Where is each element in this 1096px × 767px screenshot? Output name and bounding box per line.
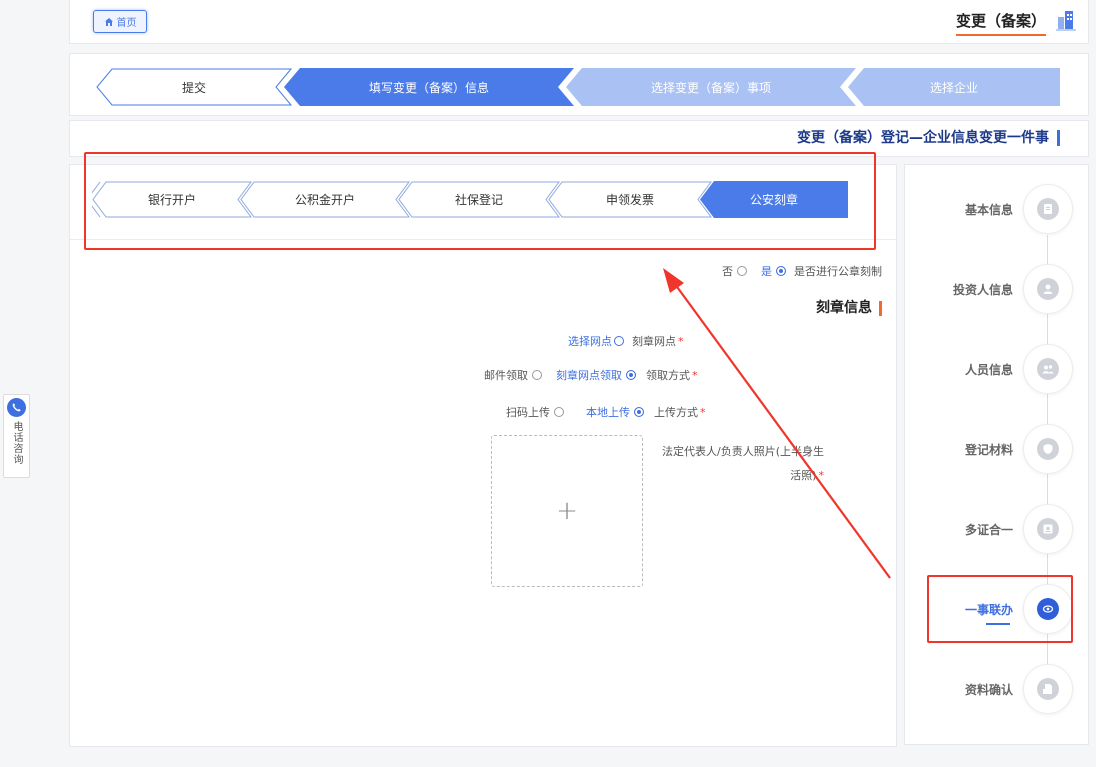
sub-step-label: 社保登记	[454, 193, 503, 207]
main-step-label: 填写变更（备案）信息	[368, 80, 489, 95]
nav-circle	[1023, 664, 1073, 714]
outlet-label: 刻章网点	[632, 335, 676, 348]
outlet-row: 选择网点 刻章网点 *	[568, 333, 684, 349]
sub-step-label: 银行开户	[147, 193, 196, 207]
top-header: 首页 变更（备案）	[69, 0, 1089, 44]
nav-circle	[1023, 344, 1073, 394]
nav-item-label: 投资人信息	[952, 283, 1013, 297]
main-panel: 银行开户 公积金开户 社保登记 申领发票 公安刻章 否 是 是否进行公章刻制 刻…	[69, 164, 897, 747]
document-icon	[1044, 204, 1052, 214]
nav-circle	[1023, 184, 1073, 234]
nav-circle	[1023, 504, 1073, 554]
people-icon	[1042, 365, 1054, 374]
nav-circle	[1023, 424, 1073, 474]
nav-item-basic-info[interactable]: 基本信息	[905, 183, 1090, 235]
pickup-outlet-radio[interactable]	[626, 370, 636, 380]
required-mark: *	[692, 368, 698, 382]
upload-method-label: 上传方式	[654, 406, 698, 419]
main-step-select-items[interactable]: 选择变更（备案）事项	[566, 68, 856, 106]
main-step-label: 选择企业	[929, 80, 978, 95]
phone-consult-label: 电话咨询	[11, 421, 22, 465]
sub-step-label: 公积金开户	[294, 193, 355, 207]
main-step-label: 提交	[181, 80, 206, 95]
investor-icon	[1043, 284, 1053, 294]
main-step-submit[interactable]: 提交	[96, 68, 292, 106]
photo-label-text: 法定代表人/负责人照片(上半身生活照)	[662, 445, 824, 482]
photo-upload-box[interactable]: +	[491, 435, 643, 587]
select-outlet-icon[interactable]	[614, 336, 624, 346]
side-nav: 基本信息 投资人信息 人员信息 登记材料 多证合一 一事联办 资料确认	[904, 164, 1089, 745]
upload-local-radio[interactable]	[634, 407, 644, 417]
pickup-opt2-label: 邮件领取	[484, 369, 528, 382]
nav-item-label: 登记材料	[964, 443, 1013, 457]
upload-opt1-label: 本地上传	[586, 406, 630, 419]
nav-circle	[1023, 264, 1073, 314]
nav-item-registration-materials[interactable]: 登记材料	[905, 423, 1090, 475]
home-button[interactable]: 首页	[93, 10, 147, 33]
pickup-row: 邮件领取 刻章网点领取 领取方式 *	[484, 367, 698, 383]
sub-step-label: 公安刻章	[749, 193, 798, 207]
process-subtitle: 变更（备案）登记—企业信息变更一件事	[797, 130, 1060, 146]
no-option-label: 否	[722, 265, 733, 278]
building-logo-icon	[1056, 11, 1076, 31]
section-title: 刻章信息	[816, 301, 882, 316]
seal-question-label: 是否进行公章刻制	[794, 265, 882, 278]
upload-opt2-label: 扫码上传	[506, 406, 550, 419]
certificate-icon	[1043, 524, 1053, 534]
nav-item-investor-info[interactable]: 投资人信息	[905, 263, 1090, 315]
pickup-opt1-label: 刻章网点领取	[556, 369, 622, 382]
phone-consult-widget[interactable]: 电话咨询	[3, 394, 30, 478]
plus-icon: +	[556, 496, 578, 526]
shield-icon	[1043, 444, 1053, 454]
home-icon	[104, 17, 113, 26]
nav-item-personnel-info[interactable]: 人员信息	[905, 343, 1090, 395]
upload-method-row: 扫码上传 本地上传 上传方式 *	[506, 404, 706, 420]
main-step-select-company[interactable]: 选择企业	[848, 68, 1060, 106]
no-radio[interactable]	[737, 266, 747, 276]
nav-item-label: 人员信息	[964, 363, 1013, 377]
annotation-highlight-joint-handling	[927, 575, 1073, 643]
file-confirm-icon	[1043, 684, 1052, 694]
yes-option-label: 是	[761, 265, 772, 278]
phone-icon	[7, 398, 26, 417]
main-steps-bar: 提交 填写变更（备案）信息 选择变更（备案）事项 选择企业	[69, 53, 1089, 116]
yes-radio[interactable]	[776, 266, 786, 276]
page-title: 变更（备案）	[955, 10, 1046, 36]
required-mark: *	[700, 405, 706, 419]
sub-step-label: 申领发票	[605, 193, 654, 207]
seal-question-row: 否 是 是否进行公章刻制	[722, 263, 882, 279]
nav-item-confirm-materials[interactable]: 资料确认	[905, 663, 1090, 715]
main-step-fill-info[interactable]: 填写变更（备案）信息	[284, 68, 574, 106]
upload-scan-radio[interactable]	[554, 407, 564, 417]
photo-upload-label: 法定代表人/负责人照片(上半身生活照) *	[654, 440, 824, 488]
pickup-mail-radio[interactable]	[532, 370, 542, 380]
nav-item-label: 多证合一	[964, 523, 1013, 537]
nav-item-multi-certificate[interactable]: 多证合一	[905, 503, 1090, 555]
home-button-label: 首页	[116, 18, 137, 29]
nav-item-label: 基本信息	[964, 203, 1013, 217]
main-step-label: 选择变更（备案）事项	[650, 80, 771, 95]
nav-item-label: 资料确认	[964, 683, 1013, 697]
required-mark: *	[678, 334, 684, 348]
pickup-label: 领取方式	[646, 369, 690, 382]
required-mark: *	[818, 469, 825, 482]
select-outlet-link[interactable]: 选择网点	[568, 333, 612, 349]
